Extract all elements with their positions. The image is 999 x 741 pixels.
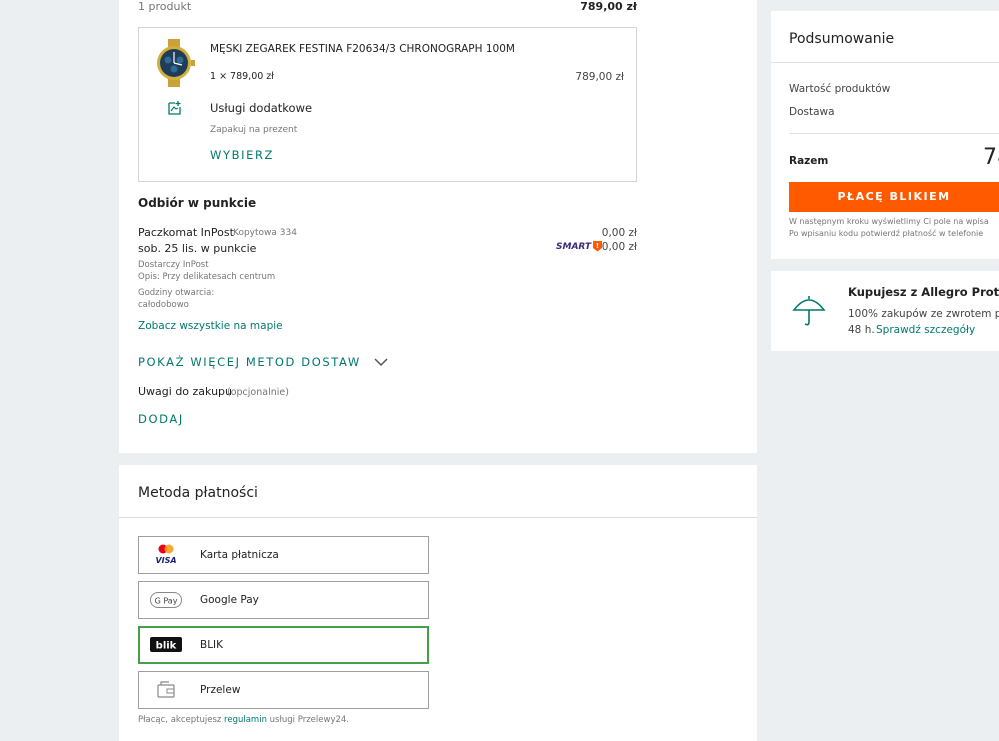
services-subtitle: Zapakuj na prezent xyxy=(210,125,298,135)
payment-option-transfer[interactable]: Przelew xyxy=(138,671,429,709)
notes-optional: (opcjonalnie) xyxy=(227,387,289,398)
payment-option-label: Google Pay xyxy=(200,594,259,606)
protect-text-1: 100% zakupów ze zwrotem pie xyxy=(848,308,999,320)
svg-text:!: ! xyxy=(596,242,599,250)
product-count-total: 789,00 zł xyxy=(580,0,637,13)
payment-option-google-pay[interactable]: G Pay Google Pay xyxy=(138,581,429,619)
map-link[interactable]: Zobacz wszystkie na mapie xyxy=(138,320,283,332)
svg-text:VISA: VISA xyxy=(155,556,176,565)
summary-total-label: Razem xyxy=(789,155,829,167)
summary-total-value: 78 xyxy=(983,145,999,170)
payment-option-blik[interactable]: blik BLIK xyxy=(138,626,429,664)
svg-text:G Pay: G Pay xyxy=(155,597,178,606)
divider xyxy=(771,62,999,63)
umbrella-icon xyxy=(792,296,826,326)
product-box: MĘSKI ZEGAREK FESTINA F20634/3 CHRONOGRA… xyxy=(138,27,637,182)
summary-panel: Podsumowanie Wartość produktów Dostawa R… xyxy=(771,11,999,259)
services-choose-link[interactable]: WYBIERZ xyxy=(210,148,274,162)
payment-option-label: Przelew xyxy=(200,684,241,696)
product-count: 1 produkt xyxy=(138,0,192,13)
summary-delivery-label: Dostawa xyxy=(789,106,835,118)
protect-panel: Kupujesz z Allegro Protec 100% zakupów z… xyxy=(771,271,999,351)
product-qty-price: 1 × 789,00 zł xyxy=(210,71,274,82)
notes-add-link[interactable]: DODAJ xyxy=(138,412,184,426)
services-title: Usługi dodatkowe xyxy=(210,101,313,115)
smart-label: SMART xyxy=(556,242,592,252)
pickup-title: Odbiór w punkcie xyxy=(138,196,257,210)
protect-text-2: 48 h. xyxy=(848,324,875,336)
pickup-hours: całodobowo xyxy=(138,300,189,310)
pickup-price: 0,00 zł xyxy=(601,227,637,239)
pickup-carrier: Dostarczy InPost xyxy=(138,260,209,270)
blik-icon: blik xyxy=(150,637,182,652)
notes-label: Uwagi do zakupu xyxy=(138,385,233,398)
svg-text:blik: blik xyxy=(156,641,177,652)
product-total: 789,00 zł xyxy=(575,71,624,83)
delivery-panel: 1 produkt 789,00 zł MĘSKI ZEGAREK FESTIN… xyxy=(119,0,757,453)
pay-blik-button[interactable]: PŁACĘ BLIKIEM xyxy=(789,182,999,212)
protect-details-link[interactable]: Sprawdź szczegóły xyxy=(876,324,975,336)
protect-title: Kupujesz z Allegro Protec xyxy=(848,285,999,299)
pickup-date: sob. 25 lis. w punkcie xyxy=(138,242,257,255)
terms-suffix: usługi Przelewy24. xyxy=(269,715,350,725)
product-image[interactable] xyxy=(151,39,197,87)
summary-products-label: Wartość produktów xyxy=(789,83,891,95)
transfer-icon xyxy=(157,681,175,698)
payment-option-card[interactable]: VISA Karta płatnicza xyxy=(138,536,429,574)
payment-title: Metoda płatności xyxy=(138,485,258,501)
divider xyxy=(119,517,757,518)
terms-text: Płacąc, akceptujesz regulamin usługi Prz… xyxy=(138,715,349,725)
pickup-desc: Opis: Przy delikatesach centrum xyxy=(138,272,276,282)
pickup-name: Paczkomat InPost xyxy=(138,226,234,239)
card-icon: VISA xyxy=(155,544,177,565)
divider xyxy=(789,133,999,134)
more-methods-label: POKAŻ WIĘCEJ METOD DOSTAW xyxy=(138,355,361,369)
more-methods-toggle[interactable]: POKAŻ WIĘCEJ METOD DOSTAW xyxy=(138,355,388,369)
pickup-code: Kopytowa 334 xyxy=(233,228,297,238)
smart-price: 0,00 zł xyxy=(601,241,637,253)
product-name[interactable]: MĘSKI ZEGAREK FESTINA F20634/3 CHRONOGRA… xyxy=(210,43,515,55)
terms-prefix: Płacąc, akceptujesz xyxy=(138,715,222,725)
payment-panel: Metoda płatności VISA Karta płatnicza G … xyxy=(119,465,757,741)
chevron-down-icon xyxy=(374,357,388,366)
summary-note-2: Po wpisaniu kodu potwierdź płatność w te… xyxy=(789,229,984,238)
pickup-hours-label: Godziny otwarcia: xyxy=(138,288,215,298)
google-pay-icon: G Pay xyxy=(150,592,182,608)
payment-option-label: Karta płatnicza xyxy=(200,549,279,561)
terms-link[interactable]: regulamin xyxy=(224,715,267,725)
summary-title: Podsumowanie xyxy=(789,31,895,47)
gift-add-icon xyxy=(168,101,181,115)
summary-note-1: W następnym kroku wyświetlimy Ci pole na… xyxy=(789,217,989,226)
payment-option-label: BLIK xyxy=(200,639,224,651)
